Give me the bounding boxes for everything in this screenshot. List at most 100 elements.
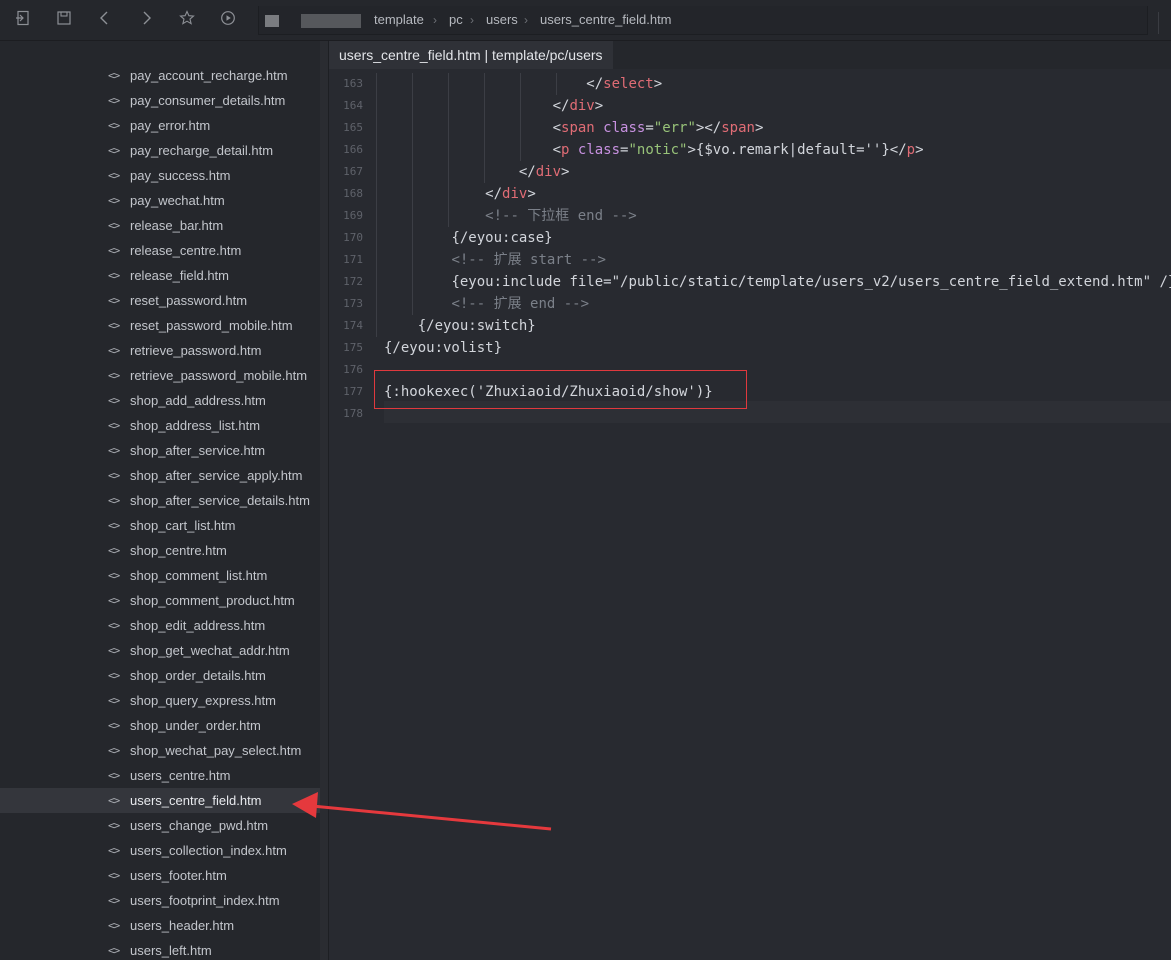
file-item[interactable]: <> users_collection_index.htm: [0, 838, 320, 863]
file-item-label: retrieve_password_mobile.htm: [130, 368, 308, 383]
code-file-icon: <>: [108, 269, 120, 282]
line-number: 165: [343, 121, 363, 134]
code-file-icon: <>: [108, 619, 120, 632]
play-icon[interactable]: [218, 10, 238, 30]
file-item-label: users_footer.htm: [130, 868, 227, 883]
file-item[interactable]: <> retrieve_password.htm: [0, 338, 320, 363]
file-item[interactable]: <> shop_centre.htm: [0, 538, 320, 563]
file-item[interactable]: <> users_left.htm: [0, 938, 320, 960]
code-line: 174 {/eyou:switch}: [329, 315, 1171, 337]
line-number: 177: [343, 385, 363, 398]
line-number: 167: [343, 165, 363, 178]
file-item[interactable]: <> pay_consumer_details.htm: [0, 88, 320, 113]
code-token: {/eyou:switch}: [417, 318, 536, 334]
file-item-label: shop_after_service_apply.htm: [130, 468, 303, 483]
breadcrumb-separator: ›: [470, 13, 474, 27]
file-item[interactable]: <> pay_wechat.htm: [0, 188, 320, 213]
code-token: span: [721, 120, 755, 136]
breadcrumb-separator: ›: [524, 13, 528, 27]
file-item-label: pay_success.htm: [130, 168, 231, 183]
file-item[interactable]: <> shop_order_details.htm: [0, 663, 320, 688]
file-item[interactable]: <> users_header.htm: [0, 913, 320, 938]
code-file-icon: <>: [108, 569, 120, 582]
breadcrumb-item-template[interactable]: template: [374, 6, 424, 34]
file-item[interactable]: <> shop_after_service_apply.htm: [0, 463, 320, 488]
indent-guide: [376, 73, 377, 95]
code-line: 167 </div>: [329, 161, 1171, 183]
file-item[interactable]: <> shop_after_service.htm: [0, 438, 320, 463]
sidebar-splitter[interactable]: [320, 41, 329, 960]
file-item-label: pay_consumer_details.htm: [130, 93, 286, 108]
file-item-label: shop_query_express.htm: [130, 693, 276, 708]
file-item[interactable]: <> pay_success.htm: [0, 163, 320, 188]
file-item[interactable]: <> users_centre_field.htm: [0, 788, 320, 813]
code-line: 172 {eyou:include file="/public/static/t…: [329, 271, 1171, 293]
breadcrumb-item-pc[interactable]: pc: [449, 6, 463, 34]
code-text: <!-- 扩展 end -->: [384, 293, 589, 315]
file-item-label: retrieve_password.htm: [130, 343, 262, 358]
code-text: {/eyou:switch}: [384, 315, 536, 337]
file-item[interactable]: <> pay_account_recharge.htm: [0, 63, 320, 88]
code-token: <!-- 扩展 start -->: [451, 252, 606, 268]
code-file-icon: <>: [108, 319, 120, 332]
code-file-icon: <>: [108, 719, 120, 732]
forward-icon[interactable]: [136, 10, 156, 30]
file-item[interactable]: <> reset_password_mobile.htm: [0, 313, 320, 338]
file-item[interactable]: <> shop_comment_list.htm: [0, 563, 320, 588]
file-item-label: shop_edit_address.htm: [130, 618, 266, 633]
breadcrumb-item-file[interactable]: users_centre_field.htm: [540, 6, 672, 34]
file-item[interactable]: <> users_centre.htm: [0, 763, 320, 788]
file-item[interactable]: <> shop_get_wechat_addr.htm: [0, 638, 320, 663]
code-token: <: [552, 142, 562, 158]
code-token: {/eyou:volist}: [384, 340, 503, 356]
code-file-icon: <>: [108, 794, 120, 807]
file-item[interactable]: <> pay_error.htm: [0, 113, 320, 138]
code-file-icon: <>: [108, 294, 120, 307]
breadcrumb-item-users[interactable]: users: [486, 6, 518, 34]
file-item[interactable]: <> users_footprint_index.htm: [0, 888, 320, 913]
file-item-label: shop_order_details.htm: [130, 668, 266, 683]
indent-guide: [376, 161, 377, 183]
file-item[interactable]: <> users_footer.htm: [0, 863, 320, 888]
code-token: {/eyou:case}: [451, 230, 553, 246]
file-item[interactable]: <> release_field.htm: [0, 263, 320, 288]
code-file-icon: <>: [108, 819, 120, 832]
file-item[interactable]: <> shop_under_order.htm: [0, 713, 320, 738]
file-item[interactable]: <> shop_cart_list.htm: [0, 513, 320, 538]
star-icon[interactable]: [177, 10, 197, 30]
file-item-label: reset_password.htm: [130, 293, 248, 308]
code-line: 168 </div>: [329, 183, 1171, 205]
save-icon[interactable]: [54, 10, 74, 30]
file-item[interactable]: <> reset_password.htm: [0, 288, 320, 313]
file-item[interactable]: <> users_change_pwd.htm: [0, 813, 320, 838]
file-item[interactable]: <> release_centre.htm: [0, 238, 320, 263]
new-file-icon[interactable]: [13, 10, 33, 30]
file-item-label: users_change_pwd.htm: [130, 818, 269, 833]
file-item[interactable]: <> pay_recharge_detail.htm: [0, 138, 320, 163]
file-item[interactable]: <> shop_query_express.htm: [0, 688, 320, 713]
file-item-label: shop_get_wechat_addr.htm: [130, 643, 290, 658]
file-item[interactable]: <> shop_comment_product.htm: [0, 588, 320, 613]
file-item[interactable]: <> shop_wechat_pay_select.htm: [0, 738, 320, 763]
file-item[interactable]: <> release_bar.htm: [0, 213, 320, 238]
indent-guide: [376, 315, 377, 337]
back-icon[interactable]: [95, 10, 115, 30]
file-item[interactable]: <> shop_add_address.htm: [0, 388, 320, 413]
toolbar-divider: [1158, 12, 1159, 34]
code-token: >: [527, 186, 536, 202]
tab-users-centre-field[interactable]: users_centre_field.htm | template/pc/use…: [329, 41, 613, 69]
code-token: div: [502, 186, 528, 202]
line-number: 176: [343, 363, 363, 376]
file-item[interactable]: <> shop_address_list.htm: [0, 413, 320, 438]
file-item-label: pay_wechat.htm: [130, 193, 225, 208]
code-editor[interactable]: 163 </select> 164 </div> 165 <span class="…: [329, 69, 1171, 960]
line-number: 168: [343, 187, 363, 200]
file-item[interactable]: <> shop_after_service_details.htm: [0, 488, 320, 513]
file-item-label: shop_cart_list.htm: [130, 518, 236, 533]
file-item[interactable]: <> retrieve_password_mobile.htm: [0, 363, 320, 388]
file-item[interactable]: <> shop_edit_address.htm: [0, 613, 320, 638]
